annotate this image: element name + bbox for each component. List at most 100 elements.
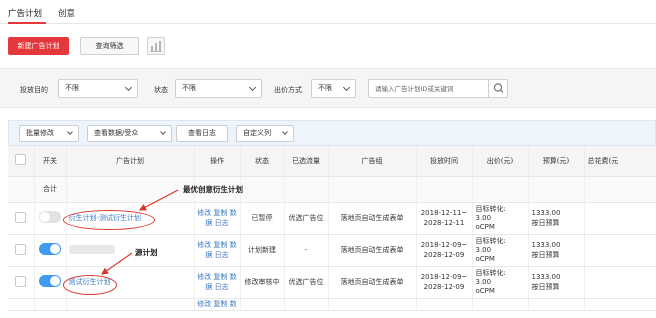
data-link[interactable]: 数 [230,300,237,308]
row-checkbox[interactable] [15,275,27,287]
column-header[interactable]: 操作 [194,146,241,177]
schedule-start: 2018-12-09~ [420,241,468,249]
schedule-end: 2028-12-11 [423,219,465,227]
copy-link[interactable]: 复制 [214,300,228,308]
copy-link[interactable]: 复制 [214,209,228,217]
chevron-down-icon [342,83,351,92]
derived-plan-annotation: 最优创意衍生计划 [183,185,243,194]
chart-view-button[interactable] [147,37,165,55]
chevron-down-icon [248,83,257,92]
query-filter-button[interactable]: 查询筛选 [80,37,139,55]
select-all-cell [8,146,35,177]
batch-edit-dropdown[interactable]: 批量修改 [19,125,79,142]
search-input[interactable] [375,80,487,97]
custom-columns-dropdown[interactable]: 自定义列 [236,125,294,142]
column-header[interactable]: 预算(元) [528,146,585,177]
column-header[interactable]: 投放时间 [416,146,473,177]
budget-amount: 1333.00 [531,273,561,281]
derived-plan-highlight-circle [63,210,155,230]
row-checkbox[interactable] [15,211,27,223]
data-link[interactable]: 据 [205,219,212,227]
total-row: 合计 [8,176,656,203]
edit-link[interactable]: 修改 [197,273,211,281]
schedule-end: 2028-12-09 [423,251,465,259]
bid-amount: 3.00 [475,277,492,286]
source-plan-highlight-circle [63,275,117,295]
data-link[interactable]: 数 [230,241,237,249]
ad-group-link[interactable]: 落地页自动生成表单 [328,234,417,267]
source-plan-annotation: 源计划 [135,248,158,257]
row-checkbox[interactable] [15,243,27,255]
status-value: 不限 [182,84,196,92]
plan-toggle-switch[interactable] [39,275,61,287]
table-header-row: 开关 广告计划 操作 状态 已选流量 广告组 投放时间 出价(元) 预算(元) … [8,146,656,177]
total-label: 合计 [34,176,67,203]
log-link[interactable]: 日志 [215,283,229,291]
column-header[interactable]: 总花费(元 [584,146,656,177]
search-button[interactable] [488,80,507,97]
new-plan-button[interactable]: 新建广告计划 [8,37,69,55]
chevron-down-icon [160,129,166,135]
budget-amount: 1333.00 [531,209,561,217]
plan-toggle-switch[interactable] [39,211,61,223]
column-header[interactable]: 广告组 [328,146,417,177]
bid-method-label: 出价方式 [274,86,302,94]
edit-link[interactable]: 修改 [197,209,211,217]
table-row: 修改 复制 数 据 日志 计划新建 - 落地页自动生成表单 2018-12-09… [8,234,656,267]
budget-type: 按日预算 [531,283,560,291]
redacted-plan-name [68,244,115,254]
status-select[interactable]: 不限 [175,79,262,98]
chevron-down-icon [67,129,73,135]
ad-group-link[interactable]: 落地页自动生成表单 [328,202,417,235]
status-cell: 计划新建 [240,234,285,267]
budget-type: 按日预算 [531,219,560,227]
select-all-checkbox[interactable] [15,154,27,166]
tab-ad-plan[interactable]: 广告计划 [8,7,42,19]
ad-group-link[interactable]: 落地页自动生成表单 [328,266,417,299]
view-data-dropdown[interactable]: 查看数据/受众 [87,125,172,142]
view-data-label: 查看数据/受众 [94,129,139,137]
bar-chart-icon [150,41,162,52]
schedule-start: 2018-12-11~ [420,209,468,217]
bid-amount: 3.00 [475,245,492,254]
search-icon [493,83,504,93]
log-link[interactable]: 日志 [215,219,229,227]
data-link[interactable]: 数 [230,209,237,217]
data-link[interactable]: 据 [205,283,212,291]
custom-columns-label: 自定义列 [243,129,271,137]
log-link[interactable]: 日志 [215,251,229,259]
budget-amount: 1333.00 [531,241,561,249]
column-header[interactable]: 广告计划 [66,146,195,177]
search-box [368,79,508,98]
data-link[interactable]: 据 [205,251,212,259]
traffic-cell: 优选广告位 [284,202,329,235]
purpose-value: 不限 [65,84,79,92]
status-cell: 修改审核中 [240,266,285,299]
chevron-down-icon [282,129,288,135]
filter-bar: 投放目的 不限 状态 不限 出价方式 不限 [0,68,656,108]
bid-method-select[interactable]: 不限 [311,79,356,98]
edit-link[interactable]: 修改 [197,300,211,308]
budget-type: 按日预算 [531,251,560,259]
schedule-end: 2028-12-09 [423,283,465,291]
copy-link[interactable]: 复制 [214,273,228,281]
edit-link[interactable]: 修改 [197,241,211,249]
column-header[interactable]: 出价(元) [472,146,529,177]
plan-toggle-switch[interactable] [39,243,61,255]
bid-type: oCPM [475,254,495,263]
column-header[interactable]: 状态 [240,146,285,177]
copy-link[interactable]: 复制 [214,241,228,249]
tab-creative[interactable]: 创意 [58,7,75,19]
column-header[interactable]: 已选流量 [284,146,329,177]
bid-type: oCPM [475,286,495,295]
column-header[interactable]: 开关 [34,146,67,177]
active-tab-indicator [8,22,46,24]
traffic-cell: - [284,234,329,267]
purpose-label: 投放目的 [20,86,48,94]
bid-type: oCPM [475,222,495,231]
view-log-button[interactable]: 查看日志 [176,125,228,142]
table-toolbar: 批量修改 查看数据/受众 查看日志 自定义列 [8,120,656,146]
data-link[interactable]: 数 [230,273,237,281]
bid-goal: 目标转化: [475,204,506,213]
purpose-select[interactable]: 不限 [58,79,138,98]
